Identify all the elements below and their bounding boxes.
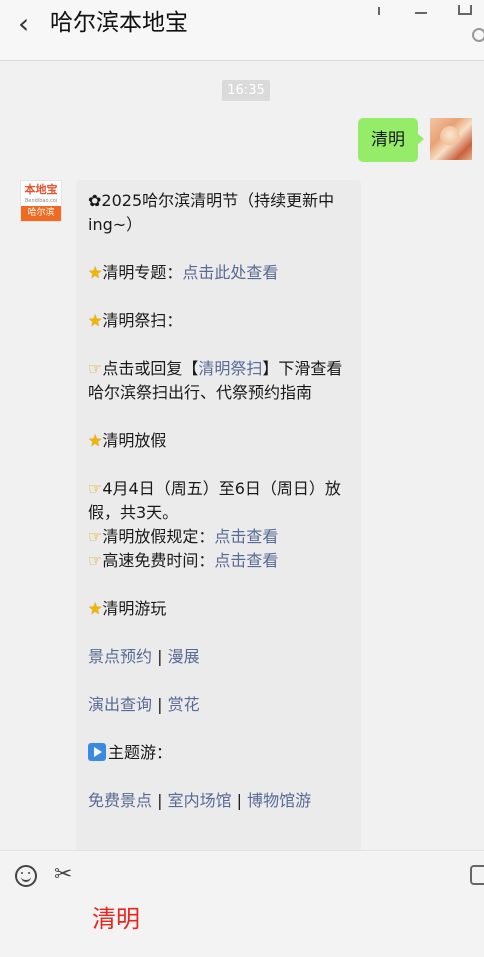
- bot-avatar[interactable]: 本地宝 Bendibao.com 哈尔滨: [20, 180, 62, 222]
- star-icon: ★: [88, 311, 103, 330]
- theme-title-line: 主题游：: [88, 741, 349, 765]
- topic-line: ★清明专题：点击此处查看: [88, 261, 349, 285]
- pin-icon[interactable]: [370, 7, 388, 15]
- title-bar: ‹ 哈尔滨本地宝: [0, 0, 484, 61]
- my-avatar[interactable]: [430, 118, 472, 160]
- window-controls: [350, 0, 474, 19]
- link-free-scenic[interactable]: 免费景点: [88, 791, 152, 810]
- links-row-1: 景点预约 | 漫展: [88, 645, 349, 669]
- toll-link[interactable]: 点击查看: [214, 551, 278, 570]
- holiday-rule-line: ☞清明放假规定：点击查看: [88, 525, 349, 549]
- headline-text: 2025哈尔滨清明节（持续更新中ing~）: [88, 191, 335, 234]
- point-right-icon: ☞: [88, 479, 103, 498]
- sweep-link[interactable]: 清明祭扫: [198, 359, 262, 378]
- links-row-2: 演出查询 | 赏花: [88, 693, 349, 717]
- holiday-rule-link[interactable]: 点击查看: [214, 527, 278, 546]
- star-icon: ★: [88, 431, 103, 450]
- chat-title: 哈尔滨本地宝: [50, 10, 188, 36]
- sweep-title-line: ★清明祭扫：: [88, 309, 349, 333]
- maximize-icon[interactable]: [456, 5, 474, 15]
- point-right-icon: ☞: [88, 527, 103, 546]
- play-icon: [88, 743, 106, 761]
- link-show-search[interactable]: 演出查询: [88, 695, 152, 714]
- holiday-title-line: ★清明放假: [88, 429, 349, 453]
- minimize-icon[interactable]: [413, 9, 431, 15]
- logo-site-text: Bendibao.com: [25, 198, 57, 204]
- timestamp: 16:35: [222, 80, 270, 101]
- sweep-pre: 点击或回复【: [102, 359, 199, 378]
- back-icon[interactable]: ‹: [18, 10, 29, 38]
- sweep-title: 清明祭扫：: [102, 311, 183, 330]
- star-icon: ★: [88, 263, 103, 282]
- play-title-line: ★清明游玩: [88, 597, 349, 621]
- more-icon[interactable]: [472, 28, 484, 42]
- chat-history-icon[interactable]: [470, 865, 484, 885]
- topic-label: 清明专题：: [102, 263, 183, 282]
- link-comic-expo[interactable]: 漫展: [168, 647, 200, 666]
- holiday-rule-label: 清明放假规定：: [102, 527, 215, 546]
- link-flowers[interactable]: 赏花: [168, 695, 200, 714]
- logo-top-text: 本地宝: [24, 183, 58, 196]
- link-scenic-booking[interactable]: 景点预约: [88, 647, 152, 666]
- toll-line: ☞高速免费时间：点击查看: [88, 549, 349, 573]
- headline: ✿2025哈尔滨清明节（持续更新中ing~）: [88, 189, 349, 237]
- holiday-detail: 4月4日（周五）至6日（周日）放假，共3天。: [88, 479, 341, 522]
- holiday-detail-line: ☞4月4日（周五）至6日（周日）放假，共3天。: [88, 477, 349, 525]
- topic-link[interactable]: 点击此处查看: [182, 263, 278, 282]
- separator: |: [231, 791, 248, 810]
- logo-city-text: 哈尔滨: [21, 206, 61, 221]
- message-input[interactable]: 清明: [92, 903, 140, 935]
- links-row-3: 免费景点 | 室内场馆 | 博物馆游: [88, 789, 349, 813]
- bot-message-bubble: ✿2025哈尔滨清明节（持续更新中ing~） ★清明专题：点击此处查看 ★清明祭…: [76, 180, 361, 852]
- input-area: ✂ 清明: [0, 850, 484, 957]
- separator: |: [152, 695, 168, 714]
- scissors-icon[interactable]: ✂: [54, 861, 72, 889]
- link-museum-tour[interactable]: 博物馆游: [247, 791, 311, 810]
- smile-icon[interactable]: [15, 865, 37, 887]
- holiday-title: 清明放假: [102, 431, 167, 450]
- theme-title: 主题游：: [108, 743, 173, 762]
- toll-label: 高速免费时间：: [102, 551, 215, 570]
- my-message-bubble[interactable]: 清明: [358, 118, 424, 162]
- play-title: 清明游玩: [102, 599, 167, 618]
- star-icon: ★: [88, 599, 103, 618]
- separator: |: [152, 791, 168, 810]
- link-indoor-venues[interactable]: 室内场馆: [168, 791, 232, 810]
- separator: |: [152, 647, 168, 666]
- point-right-icon: ☞: [88, 551, 103, 570]
- sweep-line: ☞点击或回复【清明祭扫】下滑查看哈尔滨祭扫出行、代祭预约指南: [88, 357, 349, 405]
- flower-icon: ✿: [88, 191, 102, 210]
- point-right-icon: ☞: [88, 359, 103, 378]
